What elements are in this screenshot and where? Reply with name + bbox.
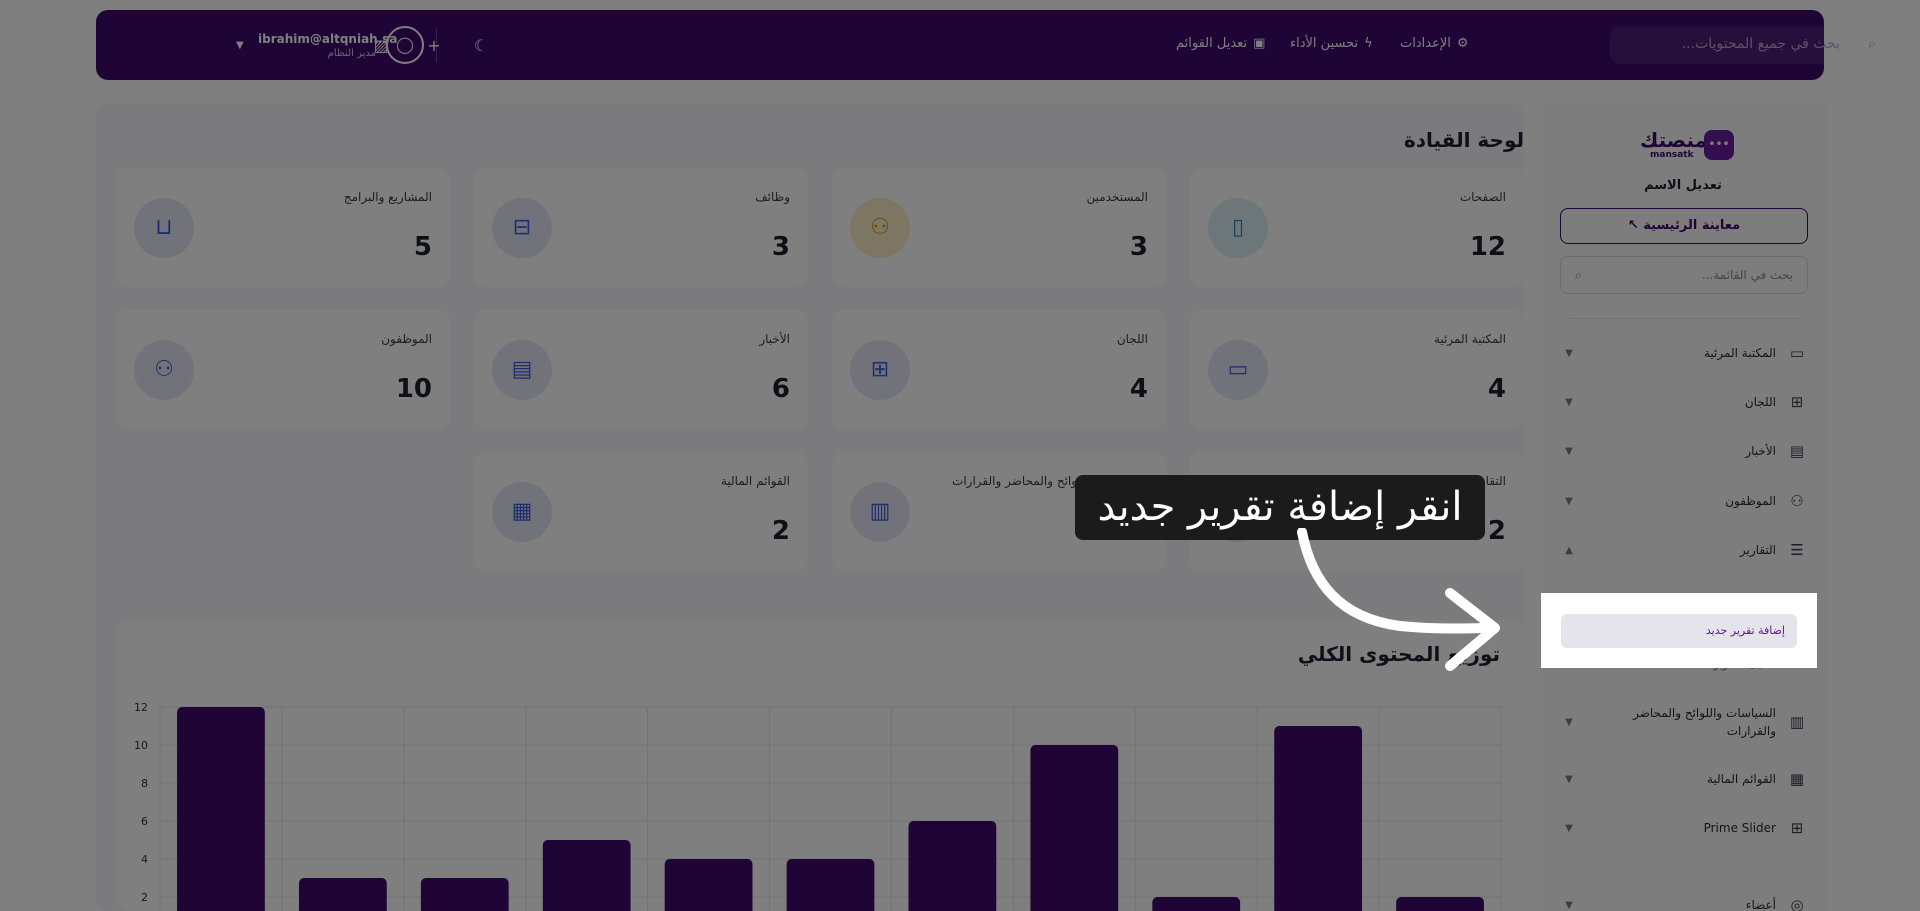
tutorial-overlay <box>0 0 1920 911</box>
pointer-arrow-icon <box>1297 528 1500 671</box>
add-new-report-item[interactable]: إضافة تقرير جديد <box>1561 614 1797 648</box>
